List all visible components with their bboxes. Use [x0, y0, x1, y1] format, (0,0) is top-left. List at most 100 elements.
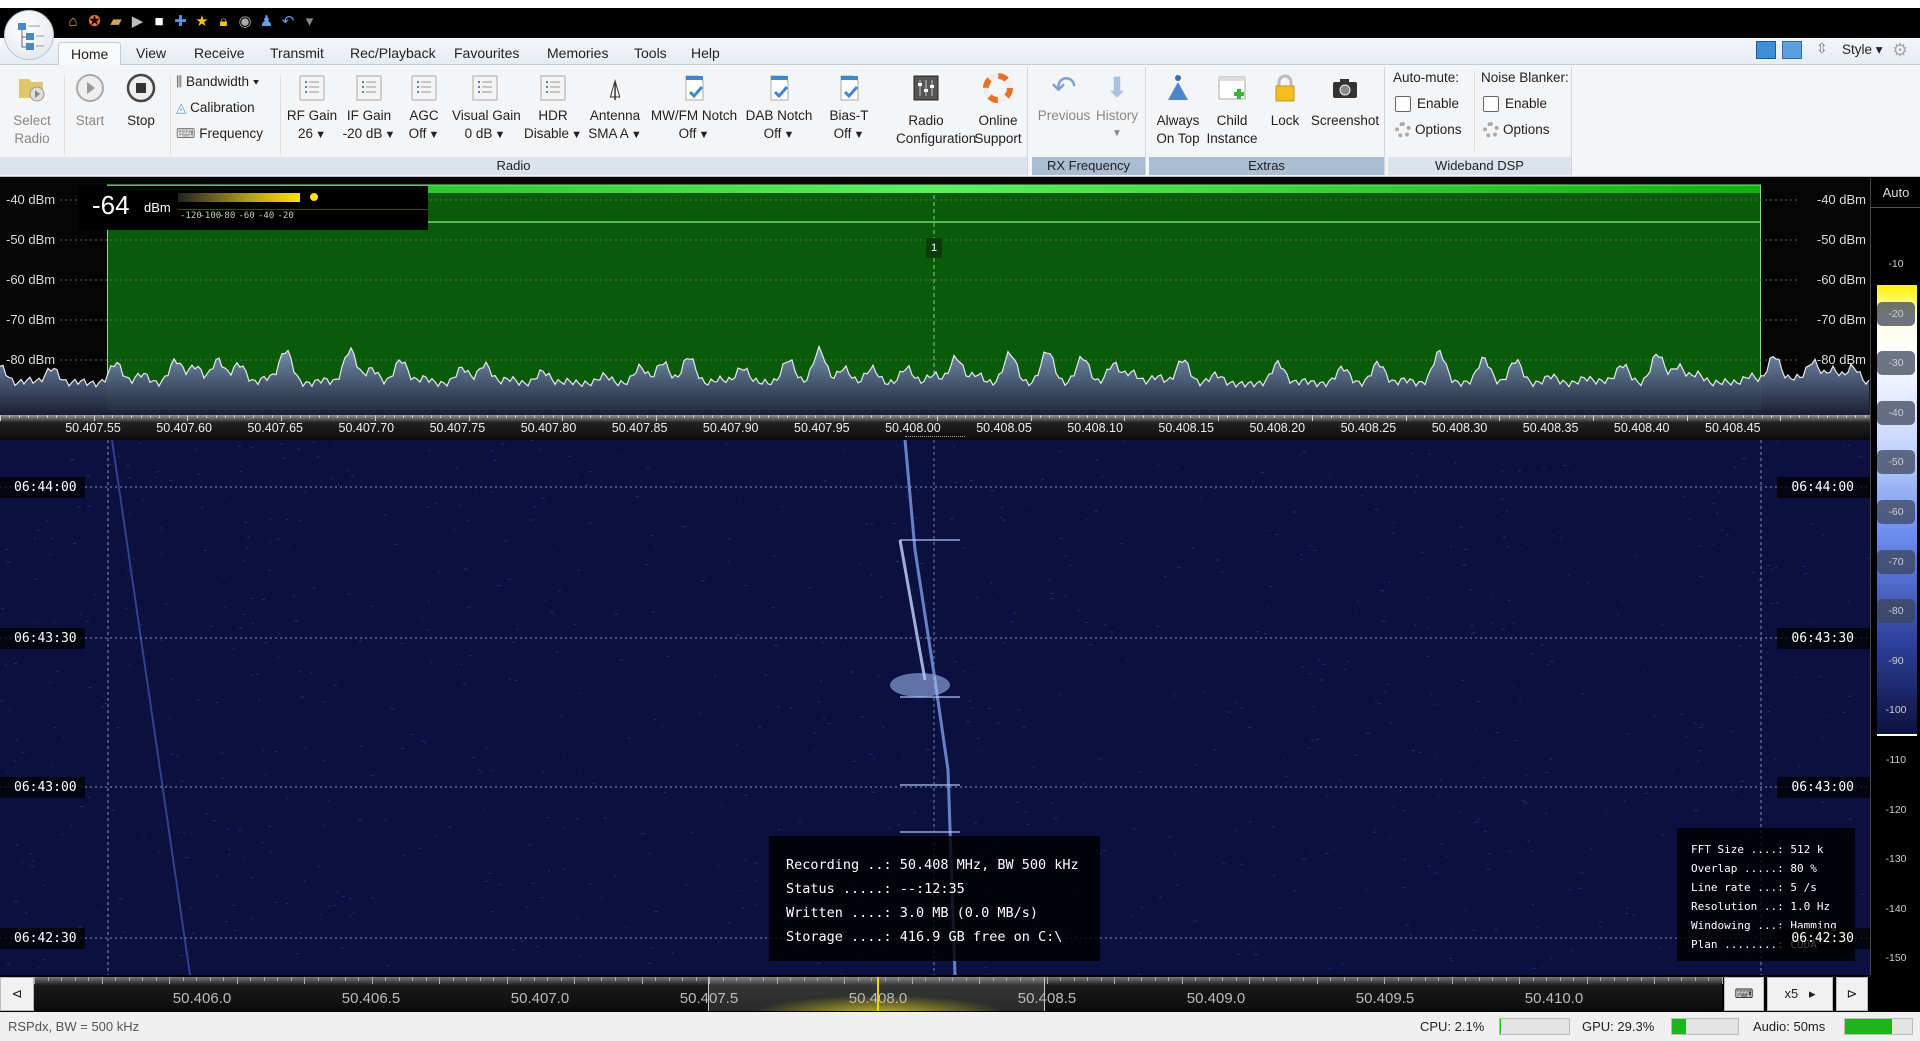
noise-speck: [1284, 776, 1288, 778]
frequency-button[interactable]: ⌨ Frequency: [176, 121, 263, 147]
play-icon[interactable]: ▶: [129, 13, 147, 31]
noise-speck: [1477, 818, 1480, 820]
auto-mute-enable-checkbox[interactable]: Enable: [1395, 91, 1459, 117]
tick: [159, 415, 161, 418]
style-spinner-icon[interactable]: ⇳: [1816, 40, 1828, 57]
waterfall-display[interactable]: Recording ..: 50.408 MHz, BW 500 kHz Stat…: [0, 440, 1870, 975]
lifebuoy-icon[interactable]: ✪: [86, 13, 104, 31]
noise-speck: [297, 932, 301, 934]
noise-speck: [1490, 622, 1493, 624]
history-button[interactable]: ⬇ History ▼: [1092, 73, 1142, 143]
calibration-button[interactable]: ◬ Calibration: [176, 95, 255, 121]
lock-button[interactable]: Lock: [1266, 73, 1304, 130]
layout-view-2-icon[interactable]: [1782, 41, 1802, 59]
vfo-marker[interactable]: 1: [926, 238, 942, 258]
zoom-selector[interactable]: x5 ▸: [1767, 977, 1833, 1011]
noise-speck: [1025, 811, 1028, 813]
camera-icon[interactable]: ◉: [236, 13, 254, 31]
tab-memories[interactable]: Memories: [535, 42, 620, 65]
tab-transmit[interactable]: Transmit: [258, 42, 336, 65]
waterfall-color-scale[interactable]: Auto -10 -20 -30 -40 -50 -60 -70 -80 -90 -100 -110…: [1870, 178, 1920, 975]
tick: [1195, 977, 1196, 981]
lock-icon[interactable]: 🔒︎: [215, 13, 233, 31]
tab-view[interactable]: View: [124, 42, 178, 65]
noise-speck: [341, 896, 345, 898]
scroll-right-button[interactable]: ⊳: [1836, 977, 1868, 1011]
application-menu-button[interactable]: [4, 10, 54, 60]
always-on-top-button[interactable]: Always On Top: [1154, 73, 1202, 148]
noise-blanker-options-button[interactable]: Options: [1483, 117, 1550, 143]
mwfm-notch-dropdown[interactable]: MW/FM Notch Off ▼: [648, 73, 740, 144]
undo-icon[interactable]: ↶: [279, 13, 297, 31]
dab-notch-dropdown[interactable]: DAB Notch Off ▼: [733, 73, 825, 144]
noise-speck: [477, 769, 481, 771]
tab-home[interactable]: Home: [58, 42, 122, 65]
previous-frequency-button[interactable]: ↶ Previous: [1036, 73, 1092, 125]
noise-speck: [1607, 871, 1610, 873]
bandwidth-button[interactable]: ⫼ Bandwidth ▾: [176, 69, 259, 95]
start-button[interactable]: Start: [70, 73, 110, 130]
layout-view-1-icon[interactable]: [1756, 41, 1776, 59]
noise-blanker-enable-checkbox[interactable]: Enable: [1483, 91, 1547, 117]
noise-speck: [821, 641, 825, 643]
noise-speck: [485, 747, 488, 749]
noise-speck: [970, 666, 972, 668]
keyboard-button[interactable]: ⌨: [1724, 977, 1764, 1011]
online-support-button[interactable]: Online Support: [970, 73, 1026, 148]
folder-icon[interactable]: ▰: [107, 13, 125, 31]
overview-frequency-scale[interactable]: 50.406.0 50.406.5 50.407.0 50.407.5 50.408.0…: [34, 977, 1723, 1011]
noise-speck: [1393, 522, 1395, 524]
tab-receive[interactable]: Receive: [182, 42, 257, 65]
tab-favourites[interactable]: Favourites: [442, 42, 531, 65]
tick: [682, 977, 683, 981]
auto-scale-button[interactable]: Auto: [1871, 178, 1920, 208]
tab-recplayback[interactable]: Rec/Playback: [338, 42, 448, 65]
radio-configuration-button[interactable]: Radio Configuration: [896, 73, 976, 148]
style-dropdown[interactable]: Style ▾: [1842, 42, 1883, 58]
spectrum-frequency-axis[interactable]: 50.407.55 50.407.60 50.407.65 50.407.70 50.4…: [0, 415, 1870, 440]
scroll-left-button[interactable]: ⊲: [0, 977, 34, 1011]
noise-speck: [1500, 470, 1504, 472]
screenshot-button[interactable]: Screenshot: [1310, 73, 1380, 130]
floor-marker[interactable]: [1877, 734, 1917, 736]
bias-t-dropdown[interactable]: Bias-T Off ▼: [816, 73, 882, 144]
home-icon[interactable]: ⌂: [64, 13, 82, 31]
antenna-dropdown[interactable]: ⍋ Antenna SMA A ▼: [582, 73, 648, 144]
child-instance-button[interactable]: Child Instance: [1206, 73, 1258, 148]
tab-help[interactable]: Help: [679, 42, 732, 65]
tick: [224, 415, 226, 418]
tick: [365, 415, 367, 418]
noise-speck: [79, 613, 83, 615]
meter-scale-label: -120: [180, 211, 202, 221]
tick: [155, 977, 157, 981]
plus-icon[interactable]: ✚: [172, 13, 190, 31]
select-radio-button[interactable]: Select Radio: [8, 73, 56, 148]
color-scale-label: -150: [1885, 952, 1907, 965]
noise-speck: [1101, 476, 1103, 478]
noise-speck: [721, 805, 723, 807]
noise-speck: [895, 560, 899, 562]
noise-speck: [29, 853, 32, 855]
person-icon[interactable]: ♟: [258, 13, 276, 31]
settings-gear-icon[interactable]: ⚙: [1892, 40, 1908, 61]
noise-speck: [116, 727, 120, 729]
hdr-dropdown[interactable]: HDR Disable ▼: [520, 73, 586, 144]
stop-icon[interactable]: ■: [150, 13, 168, 31]
tick: [112, 415, 114, 418]
noise-speck: [330, 477, 333, 479]
noise-speck: [1380, 590, 1385, 592]
stop-button[interactable]: Stop: [121, 73, 161, 130]
spectrum-display[interactable]: -64 dBm -120 -100 -80 -60 -40 -20 -40 dBm -40 …: [0, 178, 1870, 415]
star-icon[interactable]: ★: [193, 13, 211, 31]
agc-dropdown[interactable]: AGC Off ▼: [391, 73, 457, 144]
auto-mute-options-button[interactable]: Options: [1395, 117, 1462, 143]
tick: [1100, 977, 1102, 981]
customize-dropdown-icon[interactable]: ▾: [301, 13, 319, 31]
visual-gain-dropdown[interactable]: Visual Gain 0 dB ▼: [452, 73, 521, 144]
noise-speck: [169, 717, 171, 719]
noise-speck: [462, 683, 466, 685]
noise-speck: [358, 640, 363, 642]
tab-tools[interactable]: Tools: [622, 42, 679, 65]
noise-speck: [735, 744, 738, 746]
dropdown-caret-icon: ▼: [315, 129, 326, 141]
